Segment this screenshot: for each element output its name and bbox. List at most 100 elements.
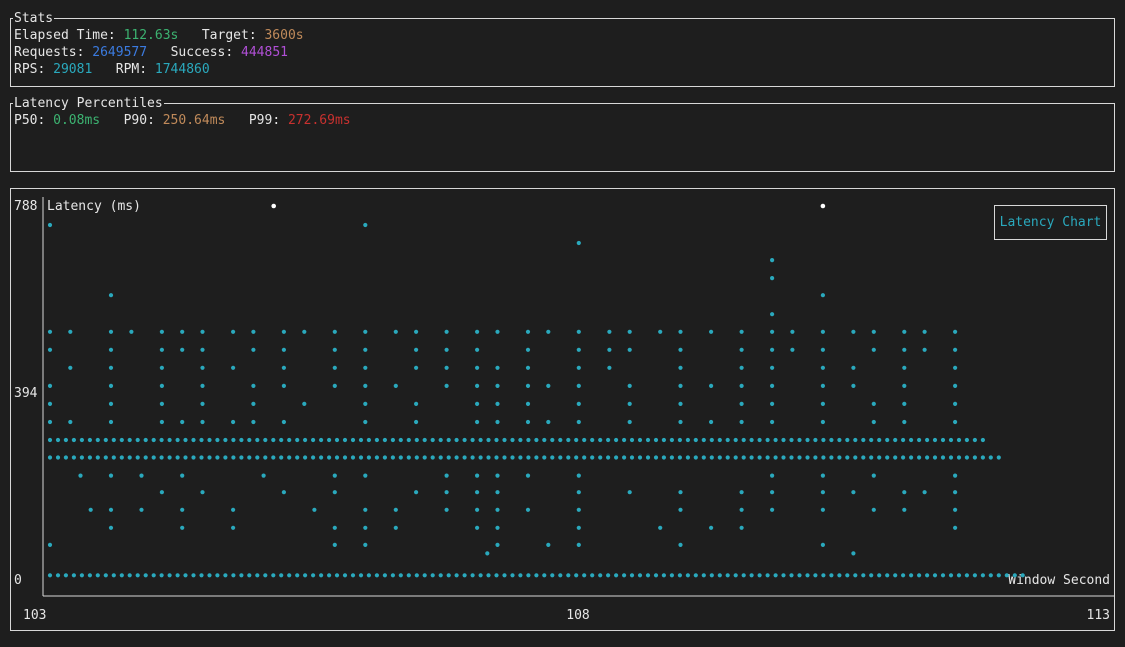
data-point	[475, 525, 480, 530]
data-point	[546, 329, 551, 334]
data-point	[797, 437, 802, 443]
data-point	[526, 573, 531, 578]
data-point	[342, 573, 348, 578]
data-point	[444, 490, 449, 495]
data-point	[363, 329, 368, 334]
data-point	[576, 419, 581, 425]
data-point	[406, 573, 411, 578]
data-point	[678, 329, 683, 334]
data-point	[295, 437, 300, 443]
data-point	[869, 437, 874, 443]
data-point	[446, 455, 451, 460]
data-point	[996, 455, 1001, 460]
data-point	[55, 437, 61, 443]
data-point	[159, 329, 164, 334]
data-point	[901, 573, 906, 578]
data-point	[47, 222, 53, 228]
data-point	[271, 455, 276, 460]
data-point	[263, 573, 268, 578]
data-point	[231, 525, 236, 530]
data-point	[103, 437, 108, 443]
data-point	[199, 573, 204, 578]
data-point	[980, 573, 986, 578]
data-point	[709, 525, 714, 530]
data-point	[637, 455, 643, 460]
data-point	[63, 437, 68, 443]
stats-row-elapsed: Elapsed Time: 112.63s Target: 3600s	[14, 27, 304, 44]
data-point	[251, 419, 256, 425]
data-point	[200, 329, 205, 334]
rps-label: RPS:	[14, 62, 46, 77]
data-point	[55, 455, 61, 460]
data-point	[462, 573, 467, 578]
data-point	[295, 455, 300, 460]
data-point	[350, 437, 356, 443]
data-point	[964, 455, 970, 460]
data-point	[725, 455, 730, 460]
data-point	[757, 455, 762, 460]
data-point	[319, 437, 324, 443]
data-point	[693, 573, 698, 578]
data-point	[550, 437, 555, 443]
data-point	[972, 455, 978, 460]
data-point	[502, 455, 507, 460]
data-point	[805, 573, 810, 578]
data-point	[861, 455, 866, 460]
data-point	[159, 365, 164, 370]
data-point	[877, 573, 882, 578]
data-point	[183, 437, 188, 443]
data-point	[398, 573, 403, 578]
data-point	[658, 525, 663, 530]
data-point	[909, 573, 914, 578]
data-point	[68, 329, 73, 334]
data-point	[877, 437, 882, 443]
latency-scatter-chart: Latency (ms)7883940103 108 113Window Secon…	[14, 197, 1114, 623]
data-point	[733, 455, 738, 460]
data-point	[820, 383, 826, 388]
data-point	[363, 347, 368, 352]
data-point	[542, 455, 547, 460]
data-point	[287, 455, 292, 460]
data-point	[820, 542, 826, 547]
data-point	[773, 573, 778, 578]
data-point	[658, 329, 663, 334]
data-point	[342, 455, 348, 460]
data-point	[653, 437, 659, 443]
data-point	[917, 455, 922, 460]
data-point	[820, 365, 826, 370]
data-point	[820, 401, 826, 406]
data-point	[922, 490, 927, 495]
data-point	[47, 573, 53, 578]
data-point	[47, 347, 53, 352]
data-point	[363, 542, 368, 547]
data-point	[789, 573, 794, 578]
data-point	[637, 573, 643, 578]
data-point	[733, 573, 738, 578]
data-point	[127, 573, 132, 578]
data-point	[200, 490, 205, 495]
data-point	[485, 551, 490, 556]
data-point	[502, 573, 507, 578]
data-point	[590, 455, 595, 460]
data-point	[444, 347, 449, 352]
data-point	[88, 507, 93, 512]
data-point	[414, 490, 419, 495]
data-point	[770, 473, 775, 478]
data-point	[495, 490, 500, 495]
data-point	[820, 473, 826, 478]
data-point	[175, 573, 180, 578]
data-point	[781, 437, 786, 443]
data-point	[790, 347, 795, 352]
data-point	[940, 437, 946, 443]
data-point	[390, 455, 395, 460]
data-point	[869, 455, 874, 460]
data-point	[279, 573, 284, 578]
data-point	[444, 473, 449, 478]
p99-label: P99:	[248, 113, 281, 128]
data-point	[851, 365, 856, 370]
data-point	[239, 437, 244, 443]
data-point	[853, 437, 858, 443]
data-point	[486, 573, 491, 578]
data-point	[108, 383, 114, 388]
data-point	[877, 455, 882, 460]
